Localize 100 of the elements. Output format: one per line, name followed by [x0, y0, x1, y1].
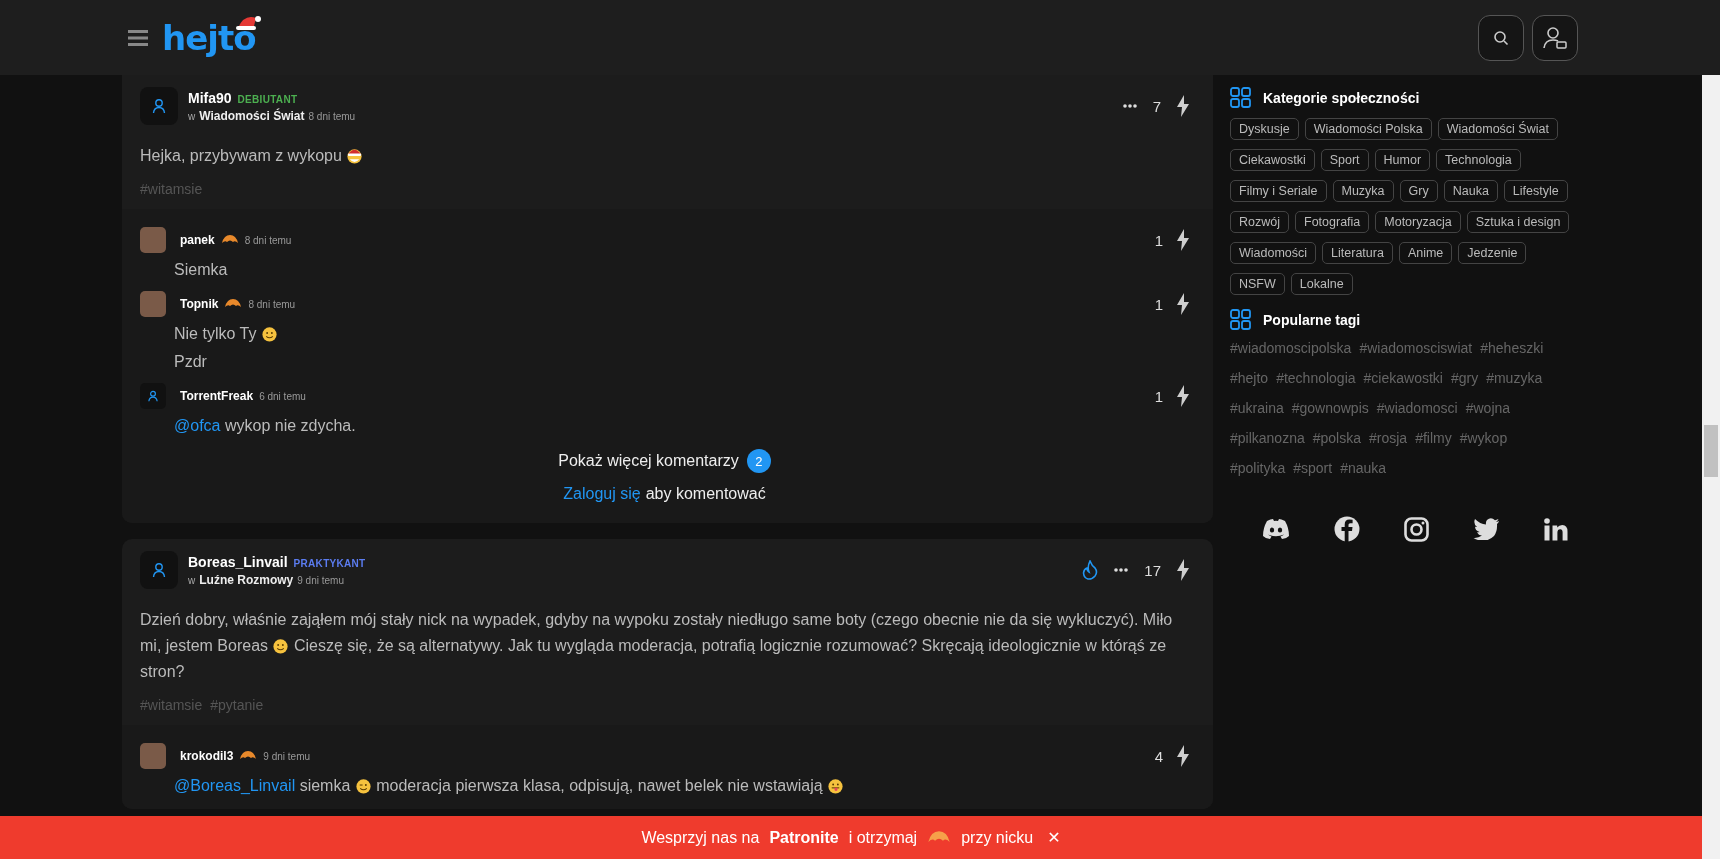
category-chip[interactable]: Filmy i Seriale [1230, 180, 1327, 202]
lightning-icon[interactable] [1177, 385, 1189, 407]
smiley-icon [354, 777, 372, 794]
avatar-icon[interactable] [140, 383, 166, 409]
category-chip[interactable]: Dyskusje [1230, 118, 1299, 140]
category-chip[interactable]: Sport [1320, 149, 1369, 171]
author-name[interactable]: TorrentFreak [180, 389, 254, 403]
category-chip[interactable]: Lifestyle [1503, 180, 1568, 202]
twitter-icon[interactable] [1473, 518, 1500, 540]
user-rank: DEBIUTANT [237, 93, 298, 105]
close-button[interactable]: ✕ [1043, 828, 1061, 847]
linkedin-icon[interactable] [1544, 517, 1568, 541]
comment-time: 8 dni temu [248, 298, 296, 310]
category-chip[interactable]: Wiadomości Świat [1437, 118, 1558, 140]
scrollbar[interactable] [1702, 75, 1720, 859]
category-chip[interactable]: Humor [1374, 149, 1431, 171]
lightning-icon[interactable] [1177, 559, 1189, 581]
category-chip[interactable]: Anime [1398, 242, 1453, 264]
category-chip[interactable]: Fotografia [1295, 211, 1370, 233]
category-chip[interactable]: Rozwój [1230, 211, 1289, 233]
comment-text: @Boreas_Linvail siemka moderacja pierwsza klasa, odpisują, nawet belek nie wstawiają [174, 774, 1189, 797]
category-chip[interactable]: NSFW [1230, 273, 1285, 295]
category-chip[interactable]: Sztuka i design [1466, 211, 1570, 233]
menu-icon[interactable] [128, 29, 148, 46]
post-text: Dzień dobry, właśnie zająłem mój stały nick na wypadek, gdyby na wypoku zostały niedługo same boty (czego obecnie nie da się wykluczyć). Miło mi, jestem Boreas Cieszę się, że są alternatywy. Jak tu wygląda moderacja, potrafią logicznie rozumować? Skręcają ideologicznie w którąś ze stron? [140, 610, 1174, 682]
lightning-icon[interactable] [1177, 745, 1189, 767]
scrollbar-thumb[interactable] [1704, 425, 1718, 477]
croissant-icon [239, 750, 258, 762]
vote-count: 4 [1154, 747, 1163, 765]
avatar-placeholder[interactable] [140, 227, 166, 253]
category-chip[interactable]: Literatura [1322, 242, 1393, 264]
post-time: 8 dni temu [308, 110, 356, 122]
category-chip[interactable]: Lokalne [1290, 273, 1353, 295]
banner-text: przy nicku [961, 828, 1034, 847]
show-more-comments-button[interactable]: Pokaż więcej komentarzy [558, 452, 739, 470]
category-chip[interactable]: Wiadomości Polska [1304, 118, 1432, 140]
user-card-icon [1542, 24, 1568, 51]
section-title: Kategorie społeczności [1263, 89, 1420, 106]
search-button[interactable] [1478, 14, 1524, 61]
community-link[interactable]: Wiadomości Świat [199, 108, 305, 123]
lightning-icon[interactable] [1177, 293, 1189, 315]
author-name[interactable]: panek [180, 233, 215, 247]
croissant-icon [220, 234, 239, 246]
avatar-icon[interactable] [140, 87, 178, 125]
smiley-icon [827, 777, 845, 794]
category-chip[interactable]: Nauka [1443, 180, 1498, 202]
banner-text: Wesprzyj nas na [641, 828, 760, 847]
category-chip[interactable]: Technologia [1436, 149, 1521, 171]
comment-text: @ofca wykop nie zdycha. [174, 416, 357, 436]
vote-count: 1 [1154, 295, 1163, 313]
comment-text: Siemka [174, 260, 229, 280]
category-chip[interactable]: Gry [1399, 180, 1438, 202]
in-label: w [188, 574, 196, 586]
comment-time: 6 dni temu [259, 390, 306, 402]
mention-link[interactable]: @ofca [174, 417, 221, 434]
login-link[interactable]: Zaloguj się [563, 485, 641, 503]
grid-icon [1230, 87, 1251, 108]
vote-count: 7 [1152, 97, 1161, 115]
post-time: 9 dni temu [297, 574, 344, 586]
avatar-placeholder[interactable] [140, 291, 166, 317]
category-chip[interactable]: Motoryzacja [1375, 211, 1461, 233]
croissant-icon [224, 298, 243, 310]
comment-text: Pzdr [174, 352, 208, 372]
discord-icon[interactable] [1262, 518, 1290, 540]
facebook-icon[interactable] [1334, 516, 1360, 542]
category-chip[interactable]: Jedzenie [1458, 242, 1527, 264]
mention-link[interactable]: @Boreas_Linvail [174, 777, 296, 794]
author-name[interactable]: krokodil3 [180, 749, 234, 763]
smiley-icon [272, 637, 290, 654]
lightning-icon[interactable] [1177, 95, 1189, 117]
user-login-button[interactable] [1532, 14, 1578, 61]
author-name[interactable]: Topnik [180, 297, 219, 311]
author-name[interactable]: Mifa90 [188, 89, 232, 106]
avatar-icon[interactable] [140, 551, 178, 589]
logo[interactable]: hejto [162, 17, 256, 58]
category-chip[interactable]: Ciekawostki [1230, 149, 1315, 171]
comment-time: 8 dni temu [244, 234, 292, 246]
grid-icon [1230, 309, 1251, 330]
user-rank: PRAKTYKANT [293, 557, 366, 569]
community-link[interactable]: Luźne Rozmowy [199, 572, 294, 587]
comment-text: Nie tylko Ty [174, 322, 1189, 345]
category-chip[interactable]: Muzyka [1332, 180, 1394, 202]
vote-count: 1 [1154, 387, 1163, 405]
smiley-icon [260, 325, 278, 342]
comment-time: 9 dni temu [263, 750, 311, 762]
more-options-icon[interactable] [1122, 104, 1137, 108]
lightning-icon[interactable] [1177, 229, 1189, 251]
avatar-placeholder[interactable] [140, 743, 166, 769]
flame-icon [1082, 560, 1099, 580]
instagram-icon[interactable] [1404, 516, 1429, 542]
vote-count: 17 [1144, 561, 1161, 579]
in-label: w [188, 110, 196, 122]
comment-count-badge: 2 [746, 449, 771, 473]
patronite-link[interactable]: Patronite [769, 828, 839, 847]
author-name[interactable]: Boreas_Linvail [188, 553, 288, 570]
section-title: Popularne tagi [1263, 311, 1361, 328]
login-prompt: aby komentować [645, 485, 766, 503]
category-chip[interactable]: Wiadomości [1230, 242, 1317, 264]
more-options-icon[interactable] [1114, 568, 1129, 572]
post-text: Hejka, przybywam z wykopu [140, 143, 1195, 169]
